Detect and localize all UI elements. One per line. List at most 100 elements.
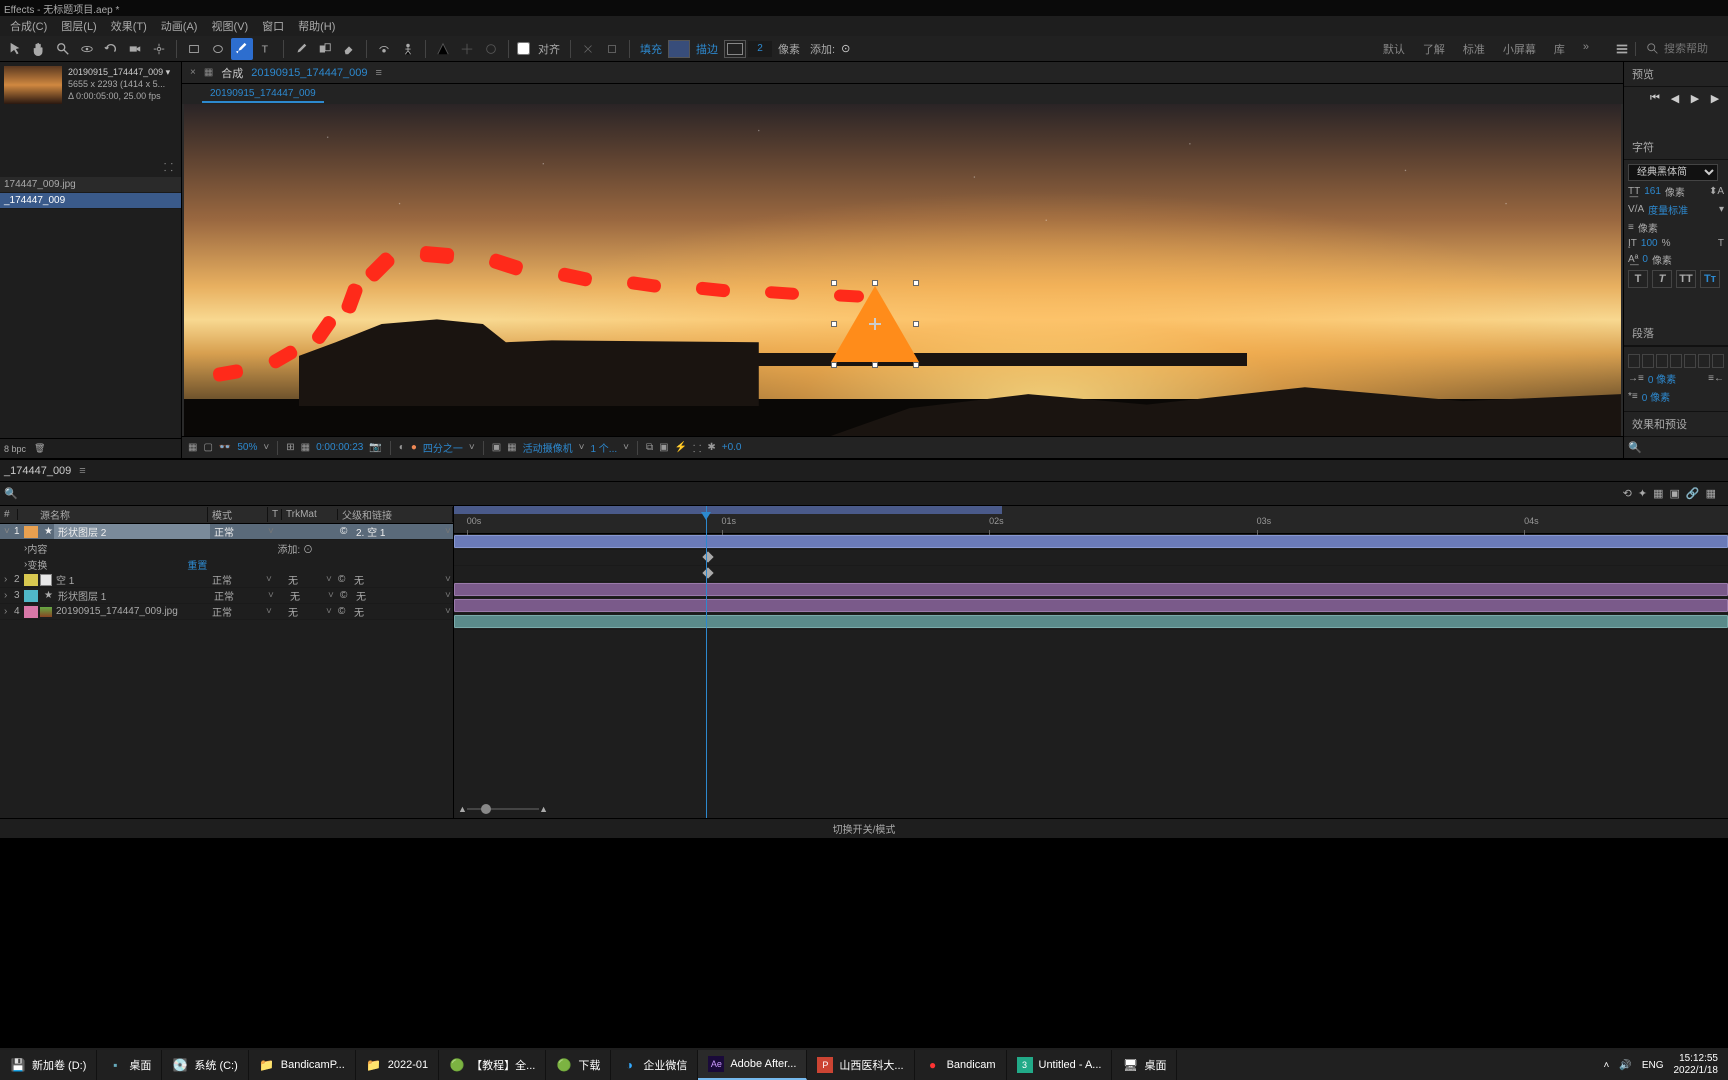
dropdown-icon[interactable]: ˅ [262,574,274,585]
taskbar-item[interactable]: 3Untitled - A... [1007,1050,1113,1080]
font-select[interactable]: 经典黑体简 [1628,164,1718,181]
layer-row[interactable]: › 3 ★ 形状图层 1 正常 ˅ 无 ˅ © 无 ˅ [0,588,453,604]
hand-tool[interactable] [28,38,50,60]
col-parent[interactable]: 父级和链接 [338,507,453,522]
fill-label[interactable]: 填充 [636,41,666,57]
graph-icon[interactable]: 🔗 [1686,487,1700,500]
comp-tab-name[interactable]: 20190915_174447_009 [251,67,367,79]
timecode[interactable]: 0:00:00:23 [316,442,363,453]
color-icon[interactable]: ● [411,442,417,453]
menu-view[interactable]: 视图(V) [205,16,254,36]
mask-icon[interactable]: ▢ [203,442,212,453]
layer-name[interactable]: 20190915_174447_009.jpg [52,606,208,617]
col-source[interactable]: 源名称 [36,507,208,522]
preview-panel-header[interactable]: 预览 [1624,62,1728,87]
align-right-button[interactable] [1656,354,1668,368]
layer-row[interactable]: › 4 20190915_174447_009.jpg 正常 ˅ 无 ˅ © 无… [0,604,453,620]
taskbar-item[interactable]: 📁BandicamP... [249,1050,356,1080]
draft3d-icon[interactable]: ▦ [1706,487,1716,500]
roto-tool[interactable] [373,38,395,60]
comp-tab-menu-icon[interactable]: ≡ [376,67,382,79]
project-item[interactable]: _174447_009 [0,193,181,209]
expand-icon[interactable]: ˅ [0,526,10,537]
menu-effect[interactable]: 效果(T) [105,16,153,36]
character-panel-header[interactable]: 字符 [1624,135,1728,160]
parent-select[interactable]: 无 [350,572,441,587]
toggle-switches-button[interactable]: 切换开关/模式 [833,821,896,836]
workspace-more-icon[interactable]: » [1583,41,1589,57]
dropdown-icon[interactable]: ˅ [264,526,276,537]
workspace-library[interactable]: 库 [1554,41,1565,57]
orbit-tool[interactable] [76,38,98,60]
justify-all-button[interactable] [1712,354,1724,368]
snapshot-icon[interactable]: 📷 [369,442,381,453]
baseline-value[interactable]: 0 [1642,254,1648,265]
layer-row[interactable]: › 2 空 1 正常 ˅ 无 ˅ © 无 ˅ [0,572,453,588]
rectangle-tool[interactable] [183,38,205,60]
layer-name[interactable]: 空 1 [52,572,208,587]
align-center-button[interactable] [1642,354,1654,368]
draft-icon[interactable]: ▣ [659,442,668,453]
zoom-handle[interactable] [481,804,491,814]
pickwhip-icon[interactable]: © [334,606,350,617]
text-tool[interactable]: T [255,38,277,60]
grid-icon[interactable]: ▦ [301,442,310,453]
expand-icon[interactable]: › [0,606,10,617]
layer-color-swatch[interactable] [24,590,38,602]
snap-inside-icon[interactable] [601,38,623,60]
blur-icon[interactable]: ✦ [1638,487,1647,500]
workspace-standard[interactable]: 标准 [1463,41,1485,57]
menu-animation[interactable]: 动画(A) [155,16,204,36]
pickwhip-icon[interactable]: © [336,590,352,601]
zoom-out-icon[interactable]: ▲ [458,804,467,814]
selection-tool[interactable] [4,38,26,60]
pixel-aspect-icon[interactable]: ⸬ [693,441,701,455]
col-mode[interactable]: 模式 [208,507,268,522]
ime-indicator[interactable]: ENG [1642,1060,1664,1071]
playhead[interactable] [706,506,707,818]
indent-value[interactable]: 0 像素 [1648,371,1676,386]
glasses-icon[interactable]: 👓 [219,442,231,453]
trkmat-select[interactable]: 无 [286,588,324,603]
axis-tool[interactable] [432,38,454,60]
timeline-tracks[interactable]: 00s 01s 02s 03s 04s ▲ ▲ [454,506,1728,818]
italic-button[interactable]: T [1652,270,1672,288]
timeline-zoom-slider[interactable]: ▲ ▲ [458,802,548,816]
font-size-value[interactable]: 161 [1644,186,1661,197]
col-trkmat[interactable]: TrkMat [282,509,338,520]
effects-panel-header[interactable]: 效果和预设 [1624,411,1728,437]
3d-icon[interactable]: ⧉ [646,442,653,453]
channel-icon[interactable]: ◐ [399,442,405,453]
parent-select[interactable]: 2. 空 1 [352,524,441,539]
layer-color-swatch[interactable] [24,606,38,618]
workspace-default[interactable]: 默认 [1383,41,1405,57]
dropdown-icon[interactable]: ˅ [324,590,336,601]
anchor-tool[interactable] [148,38,170,60]
parent-select[interactable]: 无 [352,588,441,603]
layer-bar[interactable] [454,535,1728,548]
trash-icon[interactable]: 🗑 [34,443,45,454]
view-axis-tool[interactable] [480,38,502,60]
menu-window[interactable]: 窗口 [256,16,290,36]
reset-link[interactable]: 重置 [187,557,207,572]
3d-layer-icon[interactable]: ▣ [1669,487,1679,500]
views-dropdown-icon[interactable]: ˅ [623,442,629,453]
transparency-icon[interactable]: ▦ [507,442,516,453]
speaker-icon[interactable]: 🔊 [1619,1060,1631,1071]
tray-up-icon[interactable]: ˄ [1604,1060,1610,1071]
stroke-fill-icon[interactable]: ≡ [1628,222,1634,233]
snap-edge-icon[interactable] [577,38,599,60]
layer-color-swatch[interactable] [24,574,38,586]
dropdown-icon[interactable]: ˅ [322,574,334,585]
local-axis-tool[interactable] [456,38,478,60]
paragraph-panel-header[interactable]: 段落 [1624,321,1728,346]
alpha-icon[interactable]: ▦ [188,442,197,453]
clone-tool[interactable] [314,38,336,60]
workspace-small[interactable]: 小屏幕 [1503,41,1536,57]
comp-flow-icon[interactable]: ▦ [204,67,213,78]
align-left-button[interactable] [1628,354,1640,368]
zoom-dropdown-icon[interactable]: ˅ [263,442,269,453]
pen-tool[interactable] [231,38,253,60]
rotate-tool[interactable] [100,38,122,60]
menu-help[interactable]: 帮助(H) [292,16,341,36]
